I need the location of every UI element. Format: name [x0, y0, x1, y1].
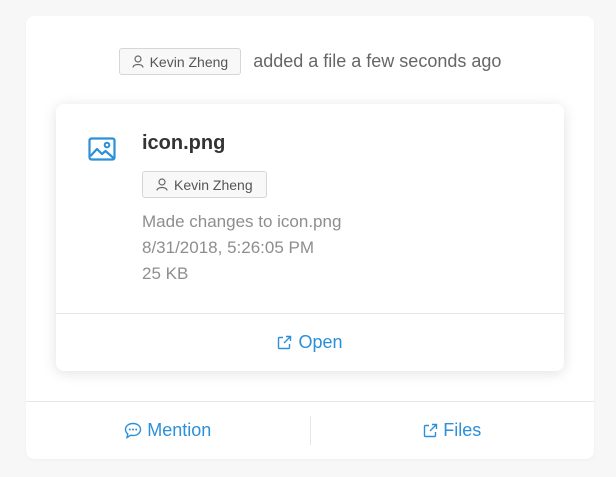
activity-text: added a file a few seconds ago [253, 51, 502, 71]
file-name: icon.png [142, 132, 226, 154]
open-label: Open [298, 331, 343, 352]
mention-label: Mention [147, 420, 212, 440]
user-icon [156, 178, 168, 191]
footer-actions: Mention Files [26, 402, 594, 459]
user-icon [131, 55, 144, 68]
user-chip-name: Kevin Zheng [149, 53, 229, 70]
files-label: Files [443, 420, 482, 440]
activity-line: Kevin Zheng added a file a few seconds a… [26, 48, 594, 75]
files-button[interactable]: Files [311, 402, 595, 459]
file-owner-name: Kevin Zheng [174, 176, 253, 193]
file-timestamp: 8/31/2018, 5:26:05 PM [142, 238, 315, 257]
file-card: icon.png Kevin Zheng Made changes to ico… [56, 104, 564, 371]
comment-icon [125, 422, 142, 439]
change-description: Made changes to icon.png [142, 212, 342, 231]
open-button[interactable]: Open [56, 313, 564, 371]
mention-button[interactable]: Mention [26, 402, 310, 459]
external-link-icon [424, 423, 438, 438]
activity-card: Kevin Zheng added a file a few seconds a… [26, 16, 594, 459]
file-size: 25 KB [142, 264, 189, 283]
user-chip[interactable]: Kevin Zheng [118, 48, 242, 75]
file-owner-chip[interactable]: Kevin Zheng [142, 171, 267, 198]
image-icon [88, 137, 116, 161]
external-link-icon [278, 335, 292, 349]
